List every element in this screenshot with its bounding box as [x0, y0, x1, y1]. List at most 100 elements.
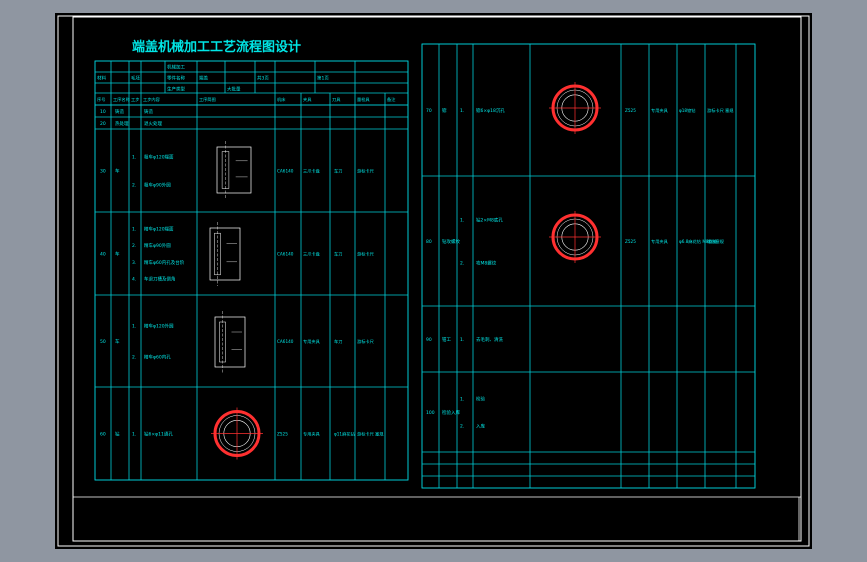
step-content: 精车φ120端面: [144, 226, 174, 233]
process-name: 锪: [442, 107, 447, 114]
step-no: 1.: [460, 217, 464, 223]
step-content: 检验: [476, 396, 485, 403]
step-no: 2.: [460, 261, 464, 267]
column-header: 量检具: [357, 96, 370, 103]
gauge-cell: 游标卡尺: [357, 251, 374, 258]
process-name: 车: [115, 251, 120, 258]
sketch-op70: [549, 82, 601, 134]
header-cell: 零件名称: [167, 75, 185, 82]
machine-cell: Z525: [625, 239, 636, 244]
step-no: 1.: [132, 432, 136, 438]
process-no: 70: [426, 108, 432, 114]
sketch-op80: [549, 211, 601, 263]
sketch-op30: [216, 141, 252, 199]
tool-cell: 车刀: [334, 251, 342, 258]
left-process-table: 机械加工材料 毛坯 零件名称 端盖 共3页 第1页生产类型 大批量序号 工序名称 工步 工步内容 工…: [94, 60, 409, 481]
column-header: 刀具: [332, 97, 341, 103]
step-content: 入库: [476, 422, 485, 429]
machine-cell: CA6140: [277, 169, 294, 174]
gauge-cell: 游标卡尺: [357, 338, 374, 345]
column-header: 工序简图: [199, 96, 216, 103]
machine-cell: Z525: [625, 108, 636, 113]
gauge-cell: 游标卡尺 塞规: [357, 431, 383, 438]
process-no: 10: [100, 109, 106, 115]
gauge-cell: 游标卡尺: [357, 168, 374, 175]
process-name: 钳工: [442, 336, 451, 343]
process-no: 30: [100, 169, 106, 175]
step-content: 精车φ90外圆: [144, 242, 171, 249]
machine-cell: Z525: [277, 432, 288, 437]
process-no: 60: [100, 432, 106, 438]
step-content: 钻2×M8底孔: [476, 216, 503, 223]
drawing-sheet: 端盖机械加工工艺流程图设计 机械加工材料 毛坯 零件名称 端盖 共3页 第1页生产类型 大批…: [57, 15, 810, 547]
machine-cell: CA6140: [277, 339, 294, 344]
step-content: 攻M8螺纹: [476, 260, 497, 267]
page-title: 端盖机械加工工艺流程图设计: [132, 39, 301, 55]
header-cell: 生产类型: [167, 86, 185, 93]
step-no: 2.: [132, 354, 136, 360]
step-content: 钻6×φ11通孔: [144, 431, 173, 438]
header-cell: 材料: [97, 75, 106, 82]
column-header: 工步: [131, 97, 139, 103]
tool-cell: φ11麻花钻: [334, 431, 355, 438]
step-content: 退火处理: [144, 120, 162, 127]
header-cell: 机械加工: [167, 64, 185, 71]
fixture-cell: 三爪卡盘: [303, 251, 320, 258]
header-cell: 大批量: [227, 86, 241, 93]
step-content: 粗车φ90外圆: [144, 181, 171, 188]
cad-application: 端盖机械加工工艺流程图设计 机械加工 材料 毛坯 零件名称 端盖 共3页 第1页 生产类型 大批…: [0, 0, 867, 562]
step-no: 1.: [132, 227, 136, 233]
process-no: 50: [100, 339, 106, 345]
header-cell: 第1页: [317, 75, 329, 82]
step-no: 4.: [132, 276, 136, 282]
machine-cell: CA6140: [277, 252, 294, 257]
process-name: 钻攻螺纹: [442, 238, 460, 245]
step-content: 精车φ60内孔: [144, 353, 171, 360]
process-name: 铸造: [115, 108, 124, 115]
step-no: 1.: [460, 108, 464, 114]
step-no: 3.: [132, 260, 136, 266]
tool-cell: 车刀: [334, 168, 342, 175]
column-header: 机床: [277, 96, 286, 103]
step-no: 2.: [132, 182, 136, 188]
step-no: 1.: [132, 324, 136, 330]
column-header: 工步内容: [143, 96, 160, 103]
process-no: 20: [100, 121, 106, 127]
column-header: 工序名称: [113, 96, 130, 103]
process-no: 100: [426, 410, 435, 416]
step-content: 精车φ60内孔及台阶: [144, 259, 185, 266]
process-no: 80: [426, 239, 432, 245]
right-process-table: 70 锪 1. 锪6×φ18沉孔 Z525 专用夹具 φ18锪钻 游标卡尺 塞规 80 钻攻螺纹 1…: [421, 43, 756, 489]
process-no: 90: [426, 337, 432, 343]
process-name: 钻: [115, 431, 120, 438]
step-content: 铸造: [144, 108, 153, 115]
process-name: 检验入库: [442, 409, 460, 416]
tool-cell: φ18锪钻: [679, 107, 695, 114]
sketch-op40: [209, 222, 241, 286]
header-cell: 共3页: [257, 75, 269, 82]
step-no: 1.: [460, 337, 464, 343]
column-header: 备注: [387, 96, 396, 103]
step-no: 1.: [132, 155, 136, 161]
step-content: 锪6×φ18沉孔: [476, 107, 505, 114]
column-header: 夹具: [303, 96, 312, 103]
step-no: 2.: [132, 243, 136, 249]
step-no: 2.: [460, 423, 464, 429]
fixture-cell: 专用夹具: [651, 107, 669, 114]
step-no: 1.: [460, 397, 464, 403]
step-content: 车退刀槽及倒角: [144, 275, 176, 282]
process-name: 热处理: [115, 120, 129, 127]
inner-frame: [72, 16, 802, 542]
header-cell: 端盖: [199, 75, 208, 82]
tool-cell: 车刀: [334, 338, 342, 345]
drawing-viewport[interactable]: 端盖机械加工工艺流程图设计 机械加工 材料 毛坯 零件名称 端盖 共3页 第1页 生产类型 大批…: [55, 13, 812, 549]
process-no: 40: [100, 252, 106, 258]
gauge-cell: 螺纹塞规: [707, 238, 724, 245]
fixture-cell: 三爪卡盘: [303, 168, 320, 175]
sketch-op50: [214, 311, 246, 373]
sketch-op60: [211, 407, 263, 460]
gauge-cell: 游标卡尺 塞规: [707, 107, 733, 114]
process-name: 车: [115, 338, 120, 345]
column-header: 序号: [97, 96, 105, 103]
process-name: 车: [115, 168, 120, 175]
